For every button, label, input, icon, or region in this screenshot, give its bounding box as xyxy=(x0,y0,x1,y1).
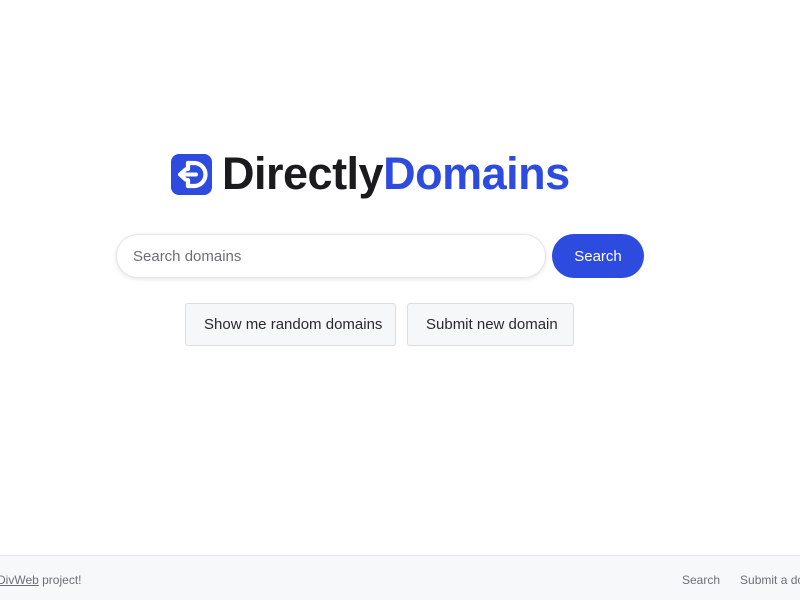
footer-submit-domain-link[interactable]: Submit a domain xyxy=(740,573,800,587)
footer-nav: Search Submit a domain xyxy=(682,573,800,587)
site-logo[interactable]: DirectlyDomains xyxy=(171,148,570,200)
footer: DivWeb project! Search Submit a domain xyxy=(0,555,800,600)
logo-wordmark-part-2: Domains xyxy=(383,148,570,199)
random-domains-button[interactable]: Show me random domains xyxy=(185,303,396,346)
logo-wordmark: DirectlyDomains xyxy=(222,148,570,200)
directlydomains-logo-icon xyxy=(171,153,212,195)
footer-search-link[interactable]: Search xyxy=(682,573,720,587)
footer-credit: DivWeb project! xyxy=(0,573,81,587)
page: DirectlyDomains Search Show me random do… xyxy=(0,0,800,600)
divweb-link[interactable]: DivWeb xyxy=(0,573,39,587)
search-input[interactable] xyxy=(116,234,546,278)
action-buttons: Show me random domains Submit new domain xyxy=(185,303,574,346)
search-button[interactable]: Search xyxy=(552,234,644,278)
footer-credit-suffix: project! xyxy=(38,573,82,587)
logo-wordmark-part-1: Directly xyxy=(222,148,384,199)
search-form: Search xyxy=(116,234,644,278)
submit-domain-button[interactable]: Submit new domain xyxy=(407,303,574,346)
